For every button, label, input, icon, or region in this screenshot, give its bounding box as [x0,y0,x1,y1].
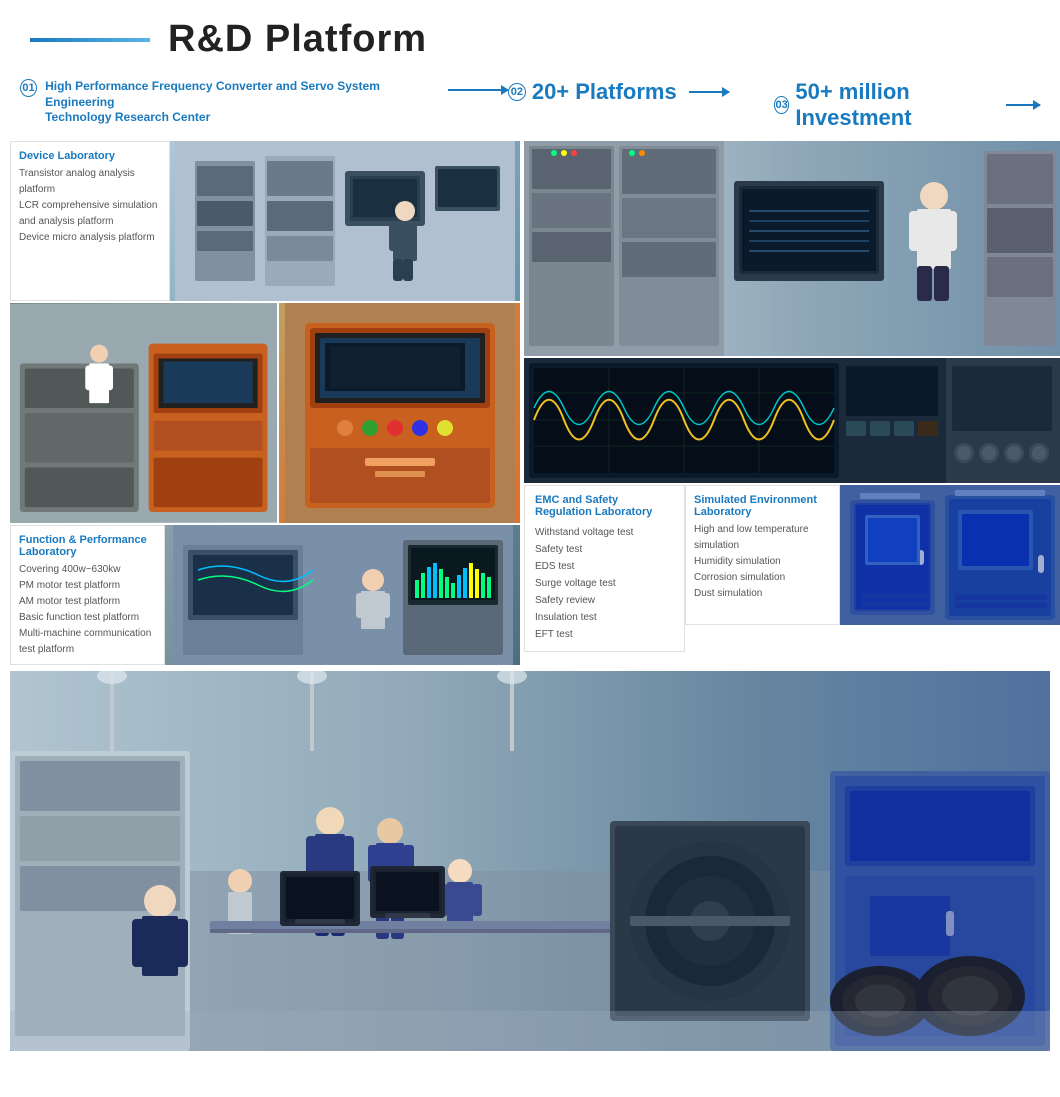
arrow-decoration-01 [448,89,508,91]
arrow-decoration-03 [1006,104,1040,106]
bottom-lab-image [10,671,1050,1051]
emc-item-3: Surge voltage test [535,575,674,592]
subtitle-num-01: 01 [20,79,37,97]
subtitle-label-02: 20+ Platforms [532,79,677,105]
func-item-1: PM motor test platform [19,578,156,594]
emc-item-0: Withstand voltage test [535,524,674,541]
device-lab-item-1: LCR comprehensive simulation and analysi… [19,198,161,230]
subtitle-item-03: 03 50+ million Investment [774,79,1040,131]
header-decoration [30,38,150,42]
subtitle-num-02: 02 [508,83,526,101]
func-item-2: AM motor test platform [19,594,156,610]
subtitle-text-01: High Performance Frequency Converter and… [45,79,430,126]
device-lab-image [170,141,520,301]
device-lab-info: Device Laboratory Transistor analog anal… [10,141,170,301]
sim-item-3: Dust simulation [694,586,831,602]
device-lab-item-0: Transistor analog analysis platform [19,166,161,198]
simulated-env-row: Simulated Environment Laboratory High an… [685,485,1060,625]
emc-sim-row: EMC and Safety Regulation Laboratory Wit… [524,485,1060,652]
simulated-lab-info: Simulated Environment Laboratory High an… [685,485,840,625]
emc-lab-title: EMC and Safety Regulation Laboratory [535,494,674,518]
subtitle-label-03: 50+ million Investment [795,79,994,131]
oscilloscope-image [524,358,1060,483]
subtitle-row: 01 High Performance Frequency Converter … [0,71,1060,141]
function-lab-info: Function & Performance Laboratory Coveri… [10,525,165,665]
sim-item-1: Humidity simulation [694,554,831,570]
page-title: R&D Platform [168,18,427,61]
simulated-lab-image [840,485,1060,625]
simulated-env-section: Simulated Environment Laboratory High an… [685,485,1060,652]
func-item-4: Multi-machine communication test platfor… [19,626,156,658]
two-img-row [10,303,520,523]
workstation-image [524,141,1060,356]
subtitle-num-03: 03 [774,96,789,114]
subtitle-item-02: 02 20+ Platforms [508,79,774,105]
emc-item-2: EDS test [535,558,674,575]
emc-item-5: Insulation test [535,609,674,626]
emc-item-4: Safety review [535,592,674,609]
func-item-0: Covering 400w~630kw [19,562,156,578]
sim-item-2: Corrosion simulation [694,570,831,586]
machine-image-right [279,303,520,523]
func-item-3: Basic function test platform [19,610,156,626]
main-content: Device Laboratory Transistor analog anal… [0,141,1060,665]
emc-item-6: EFT test [535,626,674,643]
function-lab-row: Function & Performance Laboratory Coveri… [10,525,520,665]
left-column: Device Laboratory Transistor analog anal… [10,141,520,665]
device-lab-title: Device Laboratory [19,150,161,162]
device-lab-row: Device Laboratory Transistor analog anal… [10,141,520,301]
right-column: EMC and Safety Regulation Laboratory Wit… [524,141,1060,665]
page-header: R&D Platform [0,0,1060,71]
sim-item-0: High and low temperature simulation [694,522,831,554]
emc-lab-info: EMC and Safety Regulation Laboratory Wit… [524,485,685,652]
machine-image-left [10,303,277,523]
subtitle-item-01: 01 High Performance Frequency Converter … [20,79,508,126]
device-lab-item-2: Device micro analysis platform [19,230,161,246]
simulated-lab-title: Simulated Environment Laboratory [694,494,831,518]
emc-item-1: Safety test [535,541,674,558]
function-lab-image [165,525,520,665]
function-lab-title: Function & Performance Laboratory [19,534,156,558]
arrow-decoration-02 [689,91,729,93]
